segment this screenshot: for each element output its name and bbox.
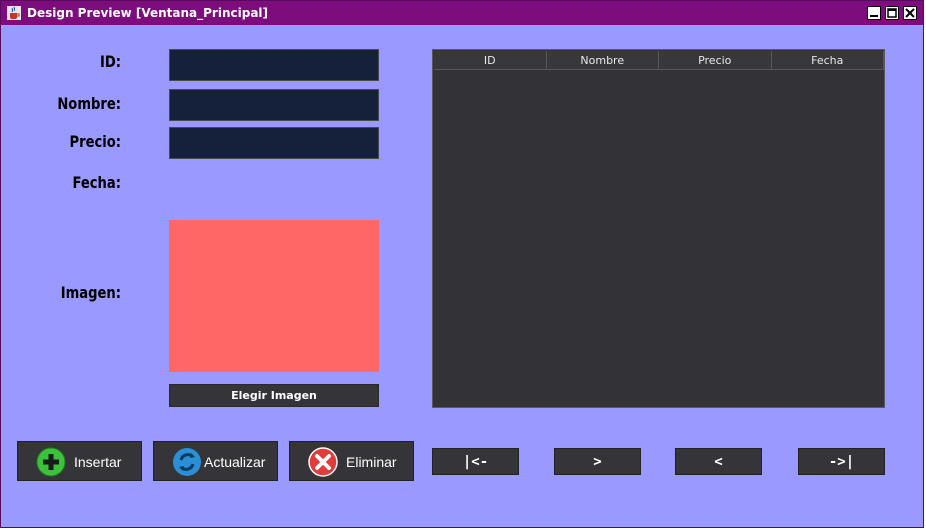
table-header: ID Nombre Precio Fecha [434,51,884,70]
minimize-icon [870,15,878,17]
delete-icon [308,447,338,477]
next-record-button[interactable]: > [554,448,641,475]
id-field-container [169,49,379,81]
choose-image-button[interactable]: Elegir Imagen [169,384,379,407]
fecha-label: Fecha: [72,173,121,192]
nombre-label: Nombre: [57,94,121,113]
precio-field[interactable] [170,128,378,158]
column-header-fecha[interactable]: Fecha [771,51,884,70]
column-header-id[interactable]: ID [434,51,547,70]
maximize-icon [887,8,897,18]
imagen-label: Imagen: [60,283,121,302]
close-button[interactable] [903,6,917,20]
previous-record-button[interactable]: < [675,448,762,475]
close-icon [905,8,915,18]
image-preview [169,220,379,372]
maximize-button[interactable] [885,6,899,20]
nombre-field-container [169,89,379,121]
id-field[interactable] [170,50,378,80]
first-record-button[interactable]: |<- [432,448,519,475]
insert-label: Insertar [74,454,122,470]
precio-field-container [169,127,379,159]
delete-label: Eliminar [346,454,397,470]
delete-button[interactable]: Eliminar [289,441,414,481]
main-window: Design Preview [Ventana_Principal] ID: N… [0,0,924,528]
window-title: Design Preview [Ventana_Principal] [27,6,269,20]
java-cup-icon [7,6,21,20]
plus-circle-icon [36,447,66,477]
title-bar[interactable]: Design Preview [Ventana_Principal] [1,1,923,25]
minimize-button[interactable] [867,6,881,20]
precio-label: Precio: [69,132,121,151]
column-header-precio[interactable]: Precio [659,51,772,70]
refresh-icon [173,448,201,476]
last-record-button[interactable]: ->| [798,448,885,475]
products-table[interactable]: ID Nombre Precio Fecha [432,49,885,408]
id-label: ID: [99,52,121,71]
column-header-nombre[interactable]: Nombre [546,51,659,70]
update-button[interactable]: Actualizar [153,441,278,481]
insert-button[interactable]: Insertar [17,441,142,481]
update-label: Actualizar [204,454,266,470]
nombre-field[interactable] [170,90,378,120]
